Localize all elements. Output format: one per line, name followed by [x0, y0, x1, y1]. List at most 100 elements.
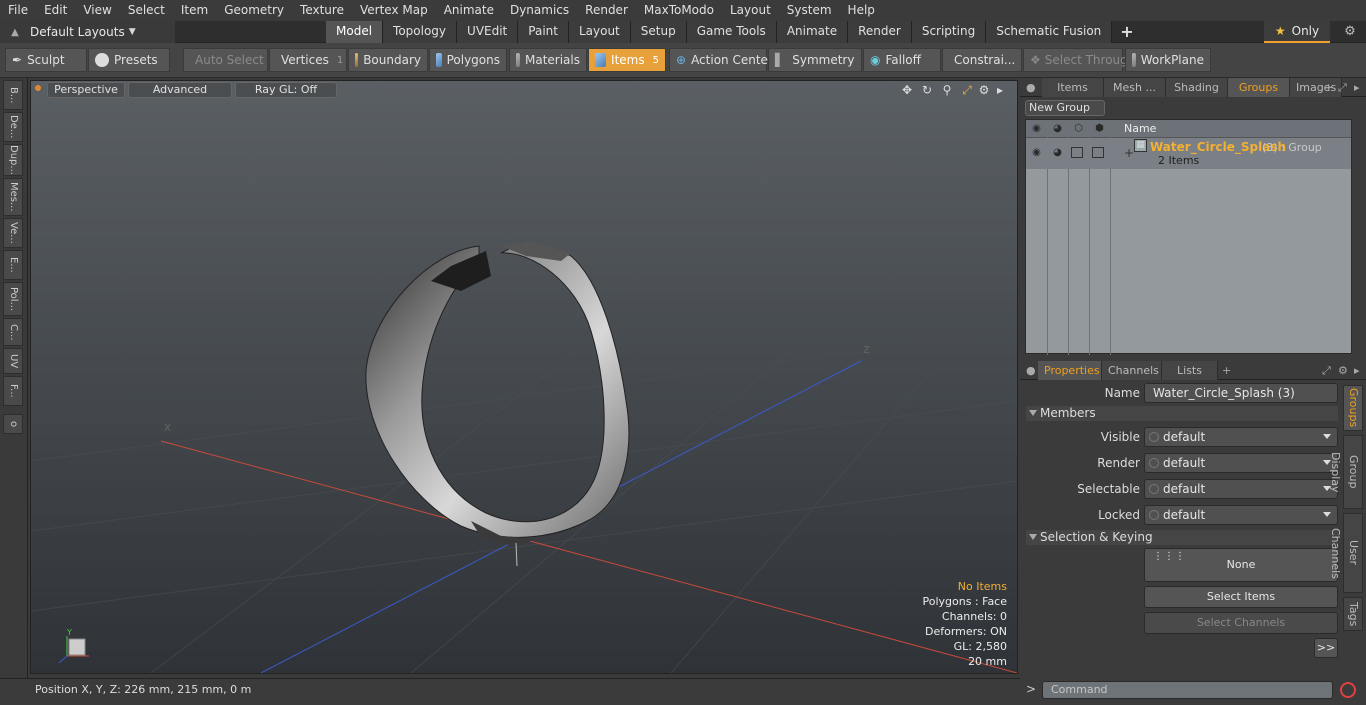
- tab-model[interactable]: Model: [326, 21, 384, 43]
- record-icon[interactable]: [1340, 682, 1356, 698]
- vtab-group-display[interactable]: Group Display: [1329, 435, 1363, 509]
- render-select[interactable]: default: [1144, 453, 1338, 473]
- menu-item[interactable]: Item: [173, 0, 216, 21]
- menu-view[interactable]: View: [75, 0, 119, 21]
- polygons-button[interactable]: Polygons: [429, 48, 507, 72]
- workplane-button[interactable]: WorkPlane: [1125, 48, 1211, 72]
- menu-dynamics[interactable]: Dynamics: [502, 0, 577, 21]
- menu-vertex-map[interactable]: Vertex Map: [352, 0, 436, 21]
- select-items-button[interactable]: Select Items: [1144, 586, 1338, 608]
- visible-select[interactable]: default: [1144, 427, 1338, 447]
- menu-help[interactable]: Help: [840, 0, 883, 21]
- left-tab-polygon[interactable]: Pol...: [3, 282, 23, 316]
- menu-file[interactable]: File: [0, 0, 36, 21]
- expand-plus-icon[interactable]: +: [1124, 146, 1134, 160]
- tab-schematic-fusion[interactable]: Schematic Fusion: [986, 21, 1113, 43]
- tab-setup[interactable]: Setup: [630, 21, 687, 43]
- keying-none-button[interactable]: ⋮⋮⋮ None: [1144, 548, 1338, 582]
- tab-lists[interactable]: Lists: [1162, 361, 1218, 380]
- vtab-tags[interactable]: Tags: [1343, 597, 1363, 631]
- boundary-button[interactable]: Boundary: [348, 48, 428, 72]
- new-group-button[interactable]: New Group: [1025, 100, 1105, 116]
- add-tab-icon[interactable]: +: [1222, 361, 1231, 380]
- falloff-label: Falloff: [885, 53, 921, 67]
- action-center-label: Action Center: [691, 53, 773, 67]
- left-tab-duplicate[interactable]: Dup...: [3, 144, 23, 176]
- tab-uvedit[interactable]: UVEdit: [457, 21, 519, 43]
- menu-texture[interactable]: Texture: [292, 0, 352, 21]
- presets-button[interactable]: Presets: [88, 48, 170, 72]
- tab-channels[interactable]: Channels: [1102, 361, 1162, 380]
- left-tab-extra[interactable]: o: [3, 414, 23, 434]
- left-tab-uv[interactable]: UV: [3, 348, 23, 374]
- tab-scripting[interactable]: Scripting: [911, 21, 987, 43]
- group-row[interactable]: ◉ ◕ + ▦ Water_Circle_Splash (3) : Group …: [1026, 138, 1351, 169]
- expand-icon[interactable]: ⤢: [1338, 78, 1347, 97]
- tab-groups[interactable]: Groups: [1228, 78, 1290, 97]
- left-tab-mesh[interactable]: Mes...: [3, 178, 23, 216]
- tab-images[interactable]: Images: [1290, 78, 1342, 97]
- action-center-button[interactable]: ⊕ Action Center: [669, 48, 773, 72]
- tab-shading[interactable]: Shading: [1166, 78, 1228, 97]
- falloff-button[interactable]: ◉ Falloff: [863, 48, 941, 72]
- left-tab-vertex[interactable]: Ve...: [3, 218, 23, 248]
- tab-animate[interactable]: Animate: [776, 21, 849, 43]
- command-input[interactable]: Command: [1042, 681, 1333, 699]
- tab-properties[interactable]: Properties: [1038, 361, 1102, 380]
- 3d-viewport[interactable]: Perspective Advanced Ray GL: Off ✥ ↻ ⚲ ⤢…: [30, 80, 1018, 674]
- name-field[interactable]: Water_Circle_Splash (3): [1144, 383, 1338, 403]
- menu-layout[interactable]: Layout: [722, 0, 779, 21]
- tab-game-tools[interactable]: Game Tools: [686, 21, 777, 43]
- menu-system[interactable]: System: [779, 0, 840, 21]
- only-toggle-button[interactable]: ★ Only: [1264, 21, 1330, 43]
- menu-animate[interactable]: Animate: [436, 0, 502, 21]
- row-render-icon[interactable]: ◕: [1047, 144, 1068, 162]
- select-through-button[interactable]: ❖ Select Through: [1023, 48, 1135, 72]
- auto-select-button[interactable]: Auto Select: [183, 48, 268, 72]
- menu-edit[interactable]: Edit: [36, 0, 75, 21]
- locked-select[interactable]: default: [1144, 505, 1338, 525]
- left-tab-fusion[interactable]: F...: [3, 376, 23, 406]
- menu-geometry[interactable]: Geometry: [216, 0, 292, 21]
- materials-button[interactable]: Materials: [509, 48, 587, 72]
- row-select-checkbox[interactable]: [1071, 147, 1083, 158]
- add-tab-icon[interactable]: +: [1112, 21, 1141, 43]
- menu-select[interactable]: Select: [120, 0, 173, 21]
- layouts-dropdown[interactable]: ▲ Default Layouts ▼: [0, 21, 175, 43]
- menu-maxtomodo[interactable]: MaxToModo: [636, 0, 722, 21]
- expand-icon[interactable]: ⤢: [1322, 361, 1331, 380]
- row-lock-checkbox[interactable]: [1092, 147, 1104, 158]
- selection-keying-section[interactable]: Selection & Keying: [1026, 530, 1338, 545]
- vertices-button[interactable]: Vertices 1: [269, 48, 347, 72]
- panel-arrow-icon[interactable]: ▸: [1354, 78, 1360, 97]
- left-tab-curve[interactable]: C...: [3, 318, 23, 346]
- row-eye-icon[interactable]: ◉: [1026, 144, 1047, 162]
- layout-arrow-icon: ▲: [11, 26, 19, 38]
- eye-icon[interactable]: ◉: [1026, 120, 1047, 138]
- tab-render[interactable]: Render: [848, 21, 912, 43]
- menu-render[interactable]: Render: [577, 0, 636, 21]
- tab-topology[interactable]: Topology: [383, 21, 458, 43]
- sculpt-button[interactable]: ✒ Sculpt: [5, 48, 87, 72]
- render-icon[interactable]: ◕: [1047, 120, 1068, 138]
- add-tab-icon[interactable]: +: [1324, 78, 1333, 97]
- tab-paint[interactable]: Paint: [518, 21, 569, 43]
- tab-layout[interactable]: Layout: [568, 21, 631, 43]
- members-section[interactable]: Members: [1026, 406, 1338, 421]
- gear-icon[interactable]: ⚙: [1340, 22, 1360, 42]
- vtab-user-channels[interactable]: User Channels: [1329, 513, 1363, 593]
- select-channels-button[interactable]: Select Channels: [1144, 612, 1338, 634]
- select-icon[interactable]: ⬡: [1068, 120, 1089, 138]
- left-tab-edge[interactable]: E...: [3, 250, 23, 280]
- left-tab-basic[interactable]: B...: [3, 80, 23, 110]
- tab-mesh[interactable]: Mesh ...: [1104, 78, 1166, 97]
- more-button[interactable]: >>: [1314, 638, 1338, 658]
- tab-items[interactable]: Items: [1042, 78, 1104, 97]
- selectable-select[interactable]: default: [1144, 479, 1338, 499]
- left-tab-deform[interactable]: De...: [3, 112, 23, 142]
- vtab-groups[interactable]: Groups: [1343, 385, 1363, 431]
- lock-icon[interactable]: ⬢: [1089, 120, 1110, 138]
- items-button[interactable]: Items 5: [588, 48, 666, 72]
- constraints-button[interactable]: Constrai...: [942, 48, 1022, 72]
- symmetry-button[interactable]: ▌ Symmetry: [768, 48, 862, 72]
